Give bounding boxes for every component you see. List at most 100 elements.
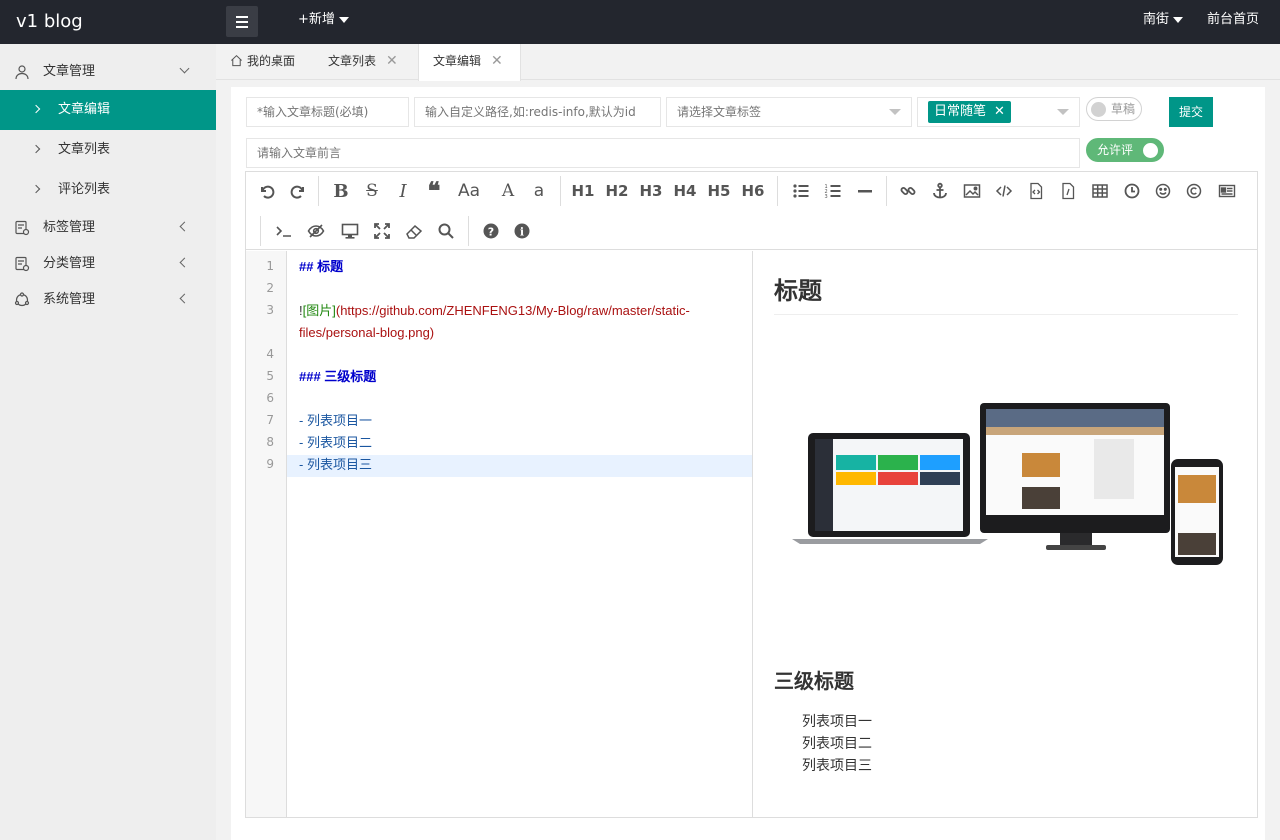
hamburger-icon (236, 15, 248, 18)
draft-toggle[interactable]: 草稿 (1086, 97, 1142, 121)
help-icon[interactable]: ? (477, 217, 505, 245)
uppercase-icon[interactable]: Aa (454, 177, 484, 205)
svg-text:i: i (520, 226, 524, 239)
ordered-list-icon[interactable]: 123 (819, 177, 847, 205)
emoji-icon[interactable] (1149, 177, 1177, 205)
code-line-1: ## 标题 (299, 259, 344, 274)
preview-image (792, 403, 1223, 565)
code-line-5: ### 三级标题 (299, 369, 377, 384)
caret-down-icon (1057, 109, 1069, 115)
page-break-icon[interactable] (1213, 177, 1241, 205)
title-input[interactable] (246, 97, 409, 127)
caret-down-icon (1173, 16, 1184, 23)
chevron-right-icon (31, 104, 41, 114)
terminal-icon[interactable] (270, 217, 298, 245)
code-line-3: ![图片](https://github.com/ZHENFENG13/My-B… (299, 303, 690, 340)
clock-icon[interactable] (1118, 177, 1146, 205)
preview-list: 列表项目一 列表项目二 列表项目三 (802, 710, 872, 776)
sidebar-group-tags[interactable]: 标签管理 (0, 210, 216, 246)
markdown-preview: 标题 三级标题 列表项目一 列表项目二 列表项目三 (753, 251, 1257, 817)
code-file-icon[interactable] (1022, 177, 1050, 205)
tab-desktop[interactable]: 我的桌面 (230, 44, 295, 80)
caret-down-icon (889, 109, 901, 115)
fullscreen-icon[interactable] (368, 217, 396, 245)
hide-preview-icon[interactable] (302, 217, 330, 245)
close-icon[interactable]: ✕ (994, 104, 1005, 119)
category-icon (15, 256, 30, 272)
preview-heading-2: 标题 (774, 271, 1238, 315)
code-icon[interactable] (990, 177, 1018, 205)
sidebar-group-system[interactable]: 系统管理 (0, 282, 216, 318)
caret-down-icon (338, 16, 349, 23)
path-input[interactable] (414, 97, 661, 127)
tab-article-list[interactable]: 文章列表 ✕ (328, 44, 398, 80)
quote-icon[interactable]: ❝ (419, 177, 449, 205)
line-number: 4 (266, 347, 274, 361)
sidebar-item-article-edit[interactable]: 文章编辑 (0, 90, 216, 130)
h5-button[interactable]: H5 (704, 177, 734, 205)
close-icon[interactable]: ✕ (491, 53, 503, 69)
user-icon (15, 65, 29, 80)
info-icon[interactable]: i (508, 217, 536, 245)
code-line-9: - 列表项目三 (299, 457, 372, 472)
link-icon[interactable] (894, 177, 922, 205)
code-line-8: - 列表项目二 (299, 435, 372, 450)
h2-button[interactable]: H2 (602, 177, 632, 205)
fullscreen-preview-icon[interactable] (336, 217, 364, 245)
strikethrough-icon[interactable]: S (357, 177, 387, 205)
svg-text:3: 3 (825, 194, 828, 200)
redo-icon[interactable] (284, 177, 312, 205)
chevron-left-icon (179, 257, 190, 268)
list-item: 列表项目三 (802, 757, 872, 773)
settings-icon (14, 292, 30, 307)
front-page-link[interactable]: 前台首页 (1207, 0, 1259, 44)
chevron-down-icon (179, 63, 190, 74)
editor-toolbar: B S I ❝ Aa A a H1 H2 H3 H4 H5 H6 123 ? i (246, 172, 1257, 250)
user-menu-button[interactable]: 南街 (1143, 0, 1184, 44)
code-block-icon[interactable] (1054, 177, 1082, 205)
submit-button[interactable]: 提交 (1169, 97, 1213, 127)
eraser-icon[interactable] (400, 217, 428, 245)
image-icon[interactable] (958, 177, 986, 205)
sidebar: 文章管理 文章编辑 文章列表 评论列表 标签管理 分类管理 系统管理 (0, 44, 216, 840)
tags-select[interactable]: 请选择文章标签 (666, 97, 912, 127)
sidebar-item-article-list[interactable]: 文章列表 (0, 130, 216, 170)
tab-bar: 我的桌面 文章列表 ✕ 文章编辑 ✕ (216, 44, 1280, 81)
close-icon[interactable]: ✕ (386, 53, 398, 69)
sidebar-group-articles[interactable]: 文章管理 (0, 54, 216, 90)
undo-icon[interactable] (253, 177, 281, 205)
search-icon[interactable] (432, 217, 460, 245)
allow-comment-toggle[interactable]: 允许评 (1086, 138, 1164, 162)
h1-button[interactable]: H1 (568, 177, 598, 205)
category-select[interactable]: 日常随笔 ✕ (917, 97, 1080, 127)
sidebar-item-comment-list[interactable]: 评论列表 (0, 170, 216, 210)
chevron-left-icon (179, 221, 190, 232)
chevron-left-icon (179, 293, 190, 304)
h3-button[interactable]: H3 (636, 177, 666, 205)
anchor-icon[interactable] (926, 177, 954, 205)
list-item: 列表项目二 (802, 735, 872, 751)
copyright-icon[interactable] (1180, 177, 1208, 205)
line-number: 6 (266, 391, 274, 405)
h4-button[interactable]: H4 (670, 177, 700, 205)
main-panel: 请选择文章标签 日常随笔✕ 草稿 提交 允许评 B S I ❝ Aa A a H… (231, 87, 1265, 840)
app-logo[interactable]: v1 blog (16, 0, 83, 44)
line-number-gutter: 1 2 3 4 5 6 7 8 9 (246, 251, 287, 817)
new-menu-button[interactable]: +新增 (298, 0, 349, 44)
lowercase-icon[interactable]: a (524, 177, 554, 205)
italic-icon[interactable]: I (388, 177, 418, 205)
preview-heading-3: 三级标题 (774, 671, 854, 693)
markdown-source[interactable]: ## 标题 ![图片](https://github.com/ZHENFENG1… (287, 251, 752, 817)
h6-button[interactable]: H6 (738, 177, 768, 205)
preface-input[interactable] (246, 138, 1080, 168)
svg-text:?: ? (488, 226, 494, 239)
horizontal-rule-icon[interactable] (851, 177, 879, 205)
list-item: 列表项目一 (802, 713, 872, 729)
table-icon[interactable] (1086, 177, 1114, 205)
bold-icon[interactable]: B (326, 177, 356, 205)
menu-toggle-button[interactable] (226, 6, 258, 37)
capitalize-icon[interactable]: A (493, 177, 523, 205)
sidebar-group-categories[interactable]: 分类管理 (0, 246, 216, 282)
unordered-list-icon[interactable] (787, 177, 815, 205)
tab-article-edit[interactable]: 文章编辑 ✕ (418, 44, 521, 81)
